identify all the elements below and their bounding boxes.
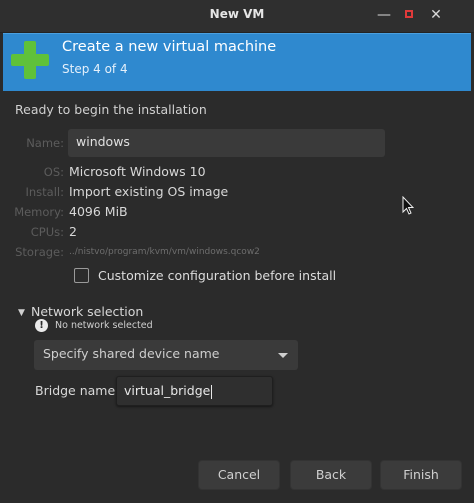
name-field[interactable]: windows	[68, 129, 385, 157]
os-value: Microsoft Windows 10	[69, 164, 206, 179]
customize-checkbox[interactable]	[74, 268, 89, 283]
network-source-dropdown[interactable]: Specify shared device name	[34, 340, 298, 370]
bridge-name-label: Bridge name:	[35, 383, 120, 398]
maximize-icon[interactable]	[400, 5, 420, 25]
finish-button[interactable]: Finish	[380, 460, 462, 490]
memory-value: 4096 MiB	[69, 204, 128, 219]
cancel-button[interactable]: Cancel	[198, 460, 280, 490]
bridge-name-input[interactable]: virtual_bridge	[116, 376, 273, 406]
customize-label[interactable]: Customize configuration before install	[98, 268, 336, 283]
storage-label: Storage:	[15, 245, 64, 259]
dropdown-value: Specify shared device name	[43, 346, 220, 361]
minimize-icon[interactable]: —	[374, 5, 394, 25]
storage-value: ../nistvo/program/kvm/vm/windows.qcow2	[69, 247, 260, 257]
text-cursor	[211, 384, 213, 399]
network-section-title[interactable]: Network selection	[31, 304, 143, 319]
expander-arrow-icon[interactable]: ▼	[18, 308, 25, 318]
cpus-value: 2	[69, 224, 77, 239]
chevron-down-icon	[278, 353, 288, 358]
plus-icon	[11, 41, 49, 79]
name-label: Name:	[26, 136, 64, 150]
window-titlebar: New VM — ✕	[0, 0, 474, 33]
os-label: OS:	[43, 165, 64, 179]
wizard-header: Create a new virtual machine Step 4 of 4	[3, 33, 471, 91]
cpus-label: CPUs:	[30, 225, 64, 239]
mouse-pointer-icon	[402, 196, 414, 215]
back-button[interactable]: Back	[290, 460, 372, 490]
install-value: Import existing OS image	[69, 184, 229, 199]
install-label: Install:	[25, 185, 65, 199]
close-icon[interactable]: ✕	[426, 5, 446, 25]
warning-icon: !	[35, 319, 48, 332]
summary-heading: Ready to begin the installation	[15, 102, 207, 117]
memory-label: Memory:	[14, 205, 64, 219]
network-warning: No network selected	[55, 320, 153, 331]
wizard-step: Step 4 of 4	[62, 62, 128, 76]
wizard-title: Create a new virtual machine	[62, 39, 277, 55]
bridge-name-value: virtual_bridge	[124, 383, 211, 398]
